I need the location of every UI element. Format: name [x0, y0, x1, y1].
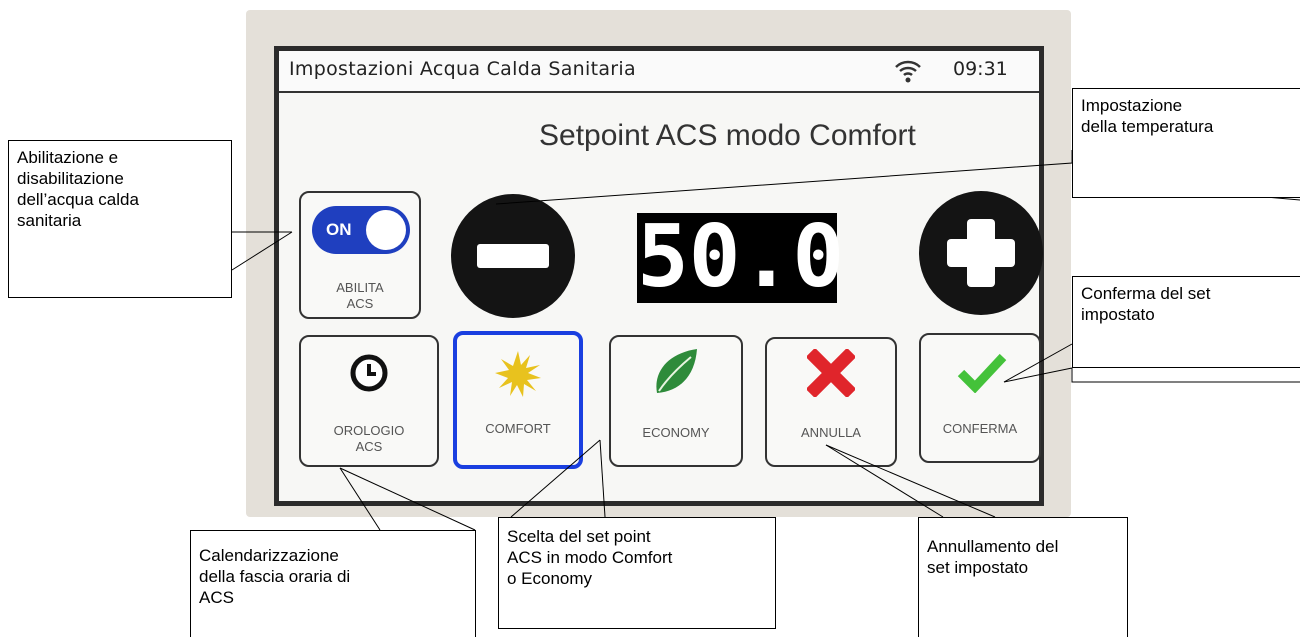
- callout-cancel: Annullamento del set impostato: [918, 517, 1128, 637]
- callout-enable-acs: Abilitazione e disabilitazione dell’acqu…: [8, 140, 232, 298]
- callout-mode-choice: Scelta del set point ACS in modo Comfort…: [498, 517, 776, 629]
- callout-confirm: Conferma del set impostato: [1072, 276, 1300, 368]
- callout-schedule: Calendarizzazione della fascia oraria di…: [190, 530, 476, 637]
- callout-temperature-setting: Impostazione della temperatura: [1072, 88, 1300, 198]
